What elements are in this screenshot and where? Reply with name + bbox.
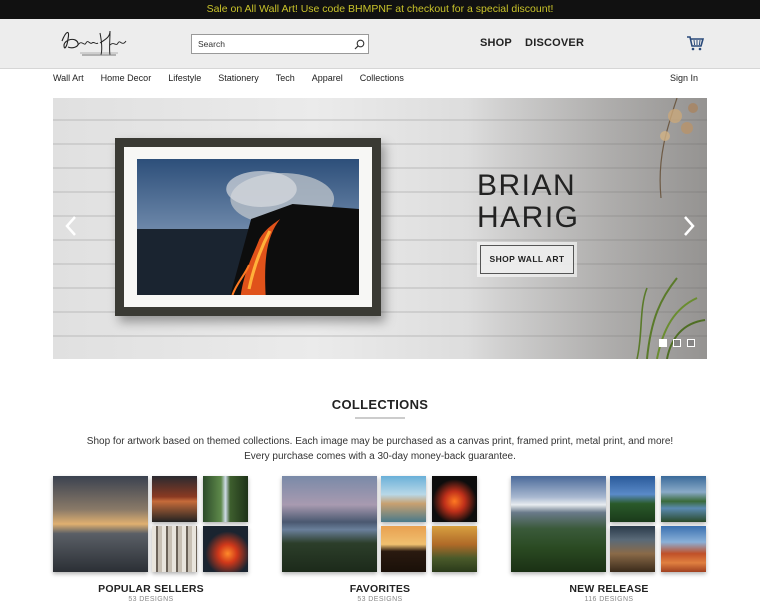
sign-in-link[interactable]: Sign In xyxy=(670,73,698,83)
collections-title: COLLECTIONS xyxy=(331,397,429,412)
carousel-dot-1[interactable] xyxy=(659,339,667,347)
shop-wall-art-button[interactable]: SHOP WALL ART xyxy=(480,245,574,274)
hero-title: BRIAN HARIG xyxy=(477,169,580,234)
collections-description: Shop for artwork based on themed collect… xyxy=(86,436,674,462)
search-input[interactable] xyxy=(192,39,350,49)
carousel-next-arrow[interactable] xyxy=(681,214,697,238)
search-icon[interactable] xyxy=(350,35,368,53)
brand-logo[interactable] xyxy=(56,25,130,61)
lava-photo xyxy=(137,159,359,295)
collection-label[interactable]: NEW RELEASE xyxy=(511,583,707,595)
cart-icon[interactable] xyxy=(686,35,704,51)
carousel-dot-2[interactable] xyxy=(673,339,681,347)
category-stationery[interactable]: Stationery xyxy=(218,73,259,83)
collection-thumbnail xyxy=(511,476,606,572)
collection-thumbnail xyxy=(282,476,377,572)
search-box[interactable] xyxy=(191,34,369,54)
framed-artwork xyxy=(115,138,381,316)
collection-label[interactable]: FAVORITES xyxy=(282,583,478,595)
category-wall-art[interactable]: Wall Art xyxy=(53,73,84,83)
collection-thumbnail xyxy=(53,476,148,572)
category-tech[interactable]: Tech xyxy=(276,73,295,83)
collection-favorites[interactable] xyxy=(282,476,478,572)
category-lifestyle[interactable]: Lifestyle xyxy=(168,73,201,83)
category-collections[interactable]: Collections xyxy=(360,73,404,83)
category-apparel[interactable]: Apparel xyxy=(312,73,343,83)
category-home-decor[interactable]: Home Decor xyxy=(101,73,152,83)
nav-shop[interactable]: SHOP xyxy=(480,37,512,49)
title-underline xyxy=(355,417,405,419)
collection-label[interactable]: POPULAR SELLERS xyxy=(53,583,249,595)
collection-new-release[interactable] xyxy=(511,476,707,572)
carousel-dots xyxy=(659,339,695,347)
carousel-prev-arrow[interactable] xyxy=(63,214,79,238)
promo-banner[interactable]: Sale on All Wall Art! Use code BHMPNF at… xyxy=(0,0,760,19)
carousel-dot-3[interactable] xyxy=(687,339,695,347)
category-nav: Wall Art Home Decor Lifestyle Stationery… xyxy=(0,69,760,89)
nav-discover[interactable]: DISCOVER xyxy=(525,37,584,49)
site-header: SHOP DISCOVER xyxy=(0,19,760,69)
hero-carousel: BRIAN HARIG SHOP WALL ART xyxy=(53,98,707,359)
header-nav: SHOP DISCOVER xyxy=(480,37,594,49)
collection-popular-sellers[interactable] xyxy=(53,476,249,572)
